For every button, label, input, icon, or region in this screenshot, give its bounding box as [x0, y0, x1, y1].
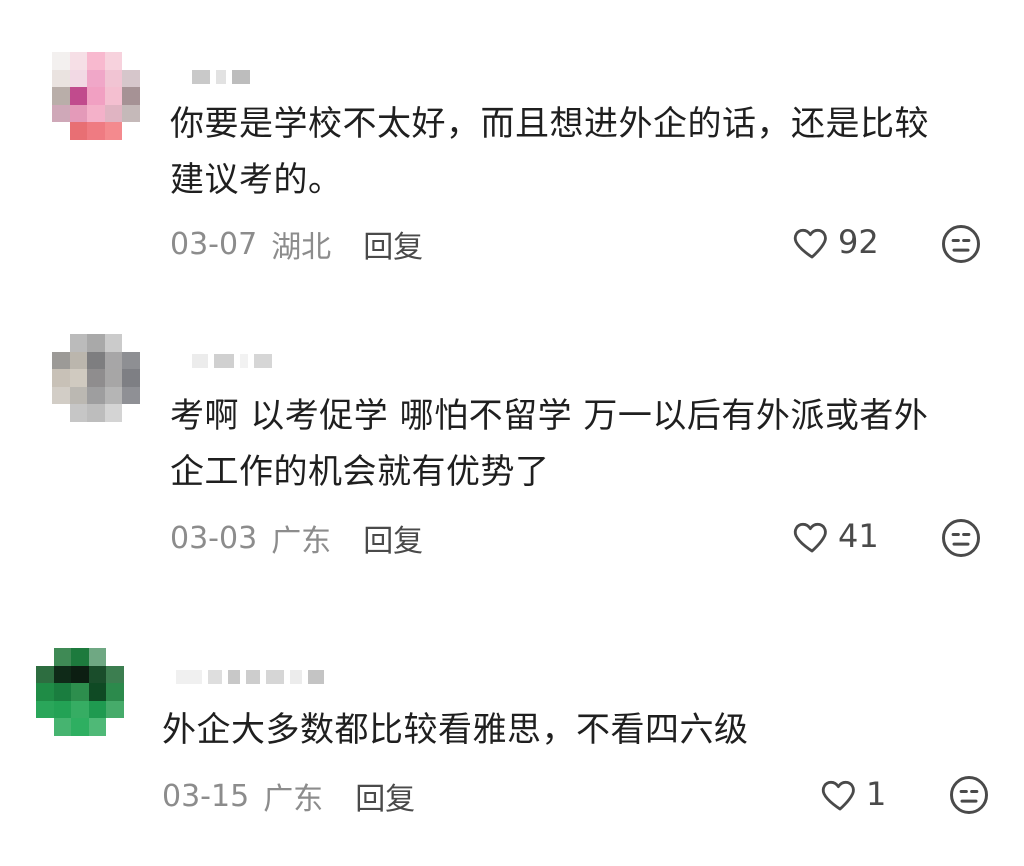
neutral-face-icon[interactable]	[948, 774, 990, 816]
username[interactable]	[176, 668, 324, 686]
like-button[interactable]: 41	[792, 516, 879, 556]
avatar[interactable]	[36, 648, 124, 736]
comment-meta: 03-07 湖北 回复	[170, 222, 423, 266]
comment-text-line: 企工作的机会就有优势了	[170, 452, 550, 492]
comment-text-line: 建议考的。	[170, 160, 343, 200]
reply-button[interactable]: 回复	[355, 774, 415, 818]
comment-text: 你要是学校不太好，而且想进外企的话，还是比较 建议考的。	[170, 96, 990, 208]
heart-icon	[821, 780, 855, 811]
comment-region: 湖北	[271, 230, 332, 265]
avatar[interactable]	[52, 334, 140, 422]
like-count: 1	[866, 775, 887, 813]
neutral-face-icon[interactable]	[940, 517, 982, 559]
like-button[interactable]: 92	[792, 222, 879, 262]
comment-date: 03-07	[170, 226, 258, 262]
like-count: 92	[838, 223, 879, 261]
username[interactable]	[192, 68, 250, 86]
comment-text: 考啊 以考促学 哪怕不留学 万一以后有外派或者外 企工作的机会就有优势了	[170, 388, 990, 500]
comment-date: 03-15	[162, 778, 250, 814]
avatar[interactable]	[52, 52, 140, 140]
like-count: 41	[838, 517, 879, 555]
heart-icon	[793, 522, 827, 553]
comment-text-line: 外企大多数都比较看雅思，不看四六级	[162, 710, 749, 750]
comment-meta: 03-03 广东 回复	[170, 516, 423, 560]
reply-button[interactable]: 回复	[363, 222, 423, 266]
comment-region: 广东	[271, 524, 332, 559]
like-button[interactable]: 1	[820, 774, 886, 814]
reply-button[interactable]: 回复	[363, 516, 423, 560]
neutral-face-icon[interactable]	[940, 223, 982, 265]
comment-meta: 03-15 广东 回复	[162, 774, 415, 818]
comment-text: 外企大多数都比较看雅思，不看四六级	[162, 702, 982, 758]
heart-icon	[793, 228, 827, 259]
username[interactable]	[192, 352, 272, 370]
comment-date: 03-03	[170, 520, 258, 556]
comment-text-line: 你要是学校不太好，而且想进外企的话，还是比较	[170, 104, 929, 144]
comment-text-line: 考啊 以考促学 哪怕不留学 万一以后有外派或者外	[170, 396, 929, 436]
comment-region: 广东	[263, 782, 324, 817]
